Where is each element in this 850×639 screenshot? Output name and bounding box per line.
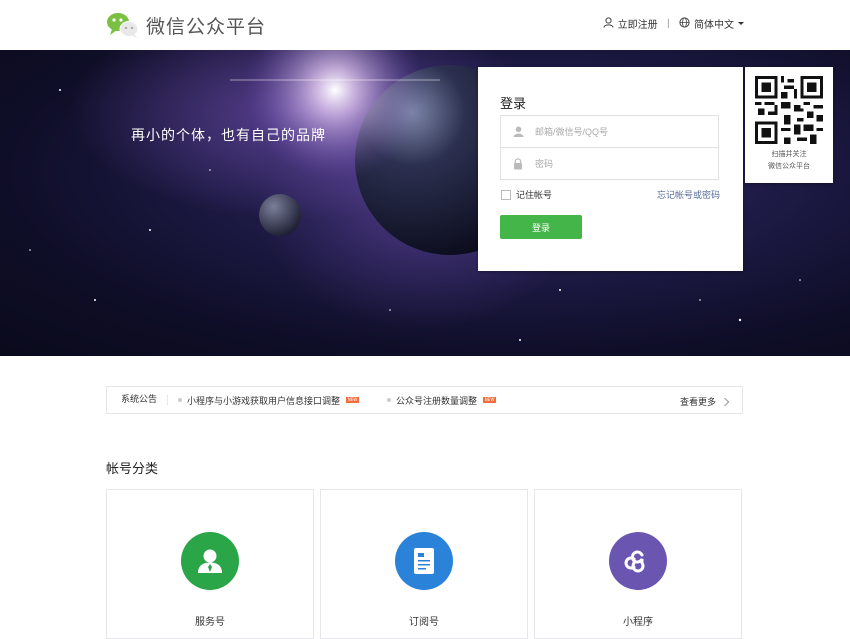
new-badge: NEW [483, 397, 497, 403]
notice-item[interactable]: 公众号注册数量调整 NEW [387, 394, 497, 407]
notice-item[interactable]: 小程序与小游戏获取用户信息接口调整 NEW [178, 394, 360, 407]
globe-icon [679, 16, 690, 31]
bullet-icon [178, 398, 183, 402]
login-button[interactable]: 登录 [500, 215, 582, 239]
qr-caption-line1: 扫描并关注 [771, 150, 807, 158]
account-category-title: 帐号分类 [106, 462, 159, 477]
brand-logo[interactable]: 微信公众平台 [106, 10, 266, 40]
register-link[interactable]: 立即注册 [618, 16, 658, 31]
login-title: 登录 [500, 97, 527, 112]
view-more-link[interactable]: 查看更多 [680, 395, 730, 408]
qr-code-panel: 扫描并关注 微信公众平台 [745, 67, 833, 183]
new-badge: NEW [346, 397, 360, 403]
header-separator: | [666, 18, 670, 29]
view-more-label[interactable]: 查看更多 [680, 395, 716, 408]
remember-checkbox[interactable] [501, 189, 511, 200]
service-account-icon [181, 532, 239, 590]
qr-caption-line2: 微信公众平台 [768, 162, 810, 170]
notice-text[interactable]: 小程序与小游戏获取用户信息接口调整 [187, 394, 340, 407]
lock-icon [501, 157, 535, 170]
password-input[interactable] [535, 158, 705, 169]
language-selector[interactable]: 简体中文 [694, 16, 734, 31]
subscription-account-icon [395, 532, 453, 590]
wechat-logo-icon [106, 11, 140, 39]
password-field[interactable] [500, 147, 719, 180]
bullet-icon [387, 398, 392, 402]
user-icon [501, 126, 535, 137]
system-notice-bar: 系统公告 小程序与小游戏获取用户信息接口调整 NEW 公众号注册数量调整 NEW… [106, 386, 743, 414]
notice-text[interactable]: 公众号注册数量调整 [396, 394, 477, 407]
category-label: 小程序 [623, 617, 653, 628]
account-input[interactable] [535, 126, 705, 137]
header-actions: 立即注册 | 简体中文 [603, 16, 744, 31]
chevron-right-icon [720, 397, 730, 406]
category-card-miniprogram[interactable]: 小程序 [534, 489, 742, 639]
remember-label: 记住帐号 [516, 191, 553, 201]
qr-code-image [755, 76, 823, 144]
category-label: 服务号 [195, 617, 225, 628]
mini-program-icon [609, 532, 667, 590]
account-field[interactable] [500, 115, 719, 148]
forgot-password-link[interactable]: 忘记帐号或密码 [657, 188, 720, 201]
login-panel: 登录 记住帐号 忘记帐号或密码 登录 [478, 67, 743, 271]
top-header: 微信公众平台 立即注册 | 简体中文 [0, 0, 850, 50]
category-card-subscription[interactable]: 订阅号 [320, 489, 528, 639]
user-icon [603, 16, 614, 31]
banner-slogan: 再小的个体，也有自己的品牌 [131, 128, 326, 144]
caret-down-icon[interactable] [738, 22, 744, 25]
notice-label: 系统公告 [121, 395, 169, 405]
brand-title: 微信公众平台 [146, 15, 267, 38]
remember-account[interactable]: 记住帐号 [501, 188, 552, 201]
category-label: 订阅号 [409, 617, 439, 628]
category-card-service[interactable]: 服务号 [106, 489, 314, 639]
